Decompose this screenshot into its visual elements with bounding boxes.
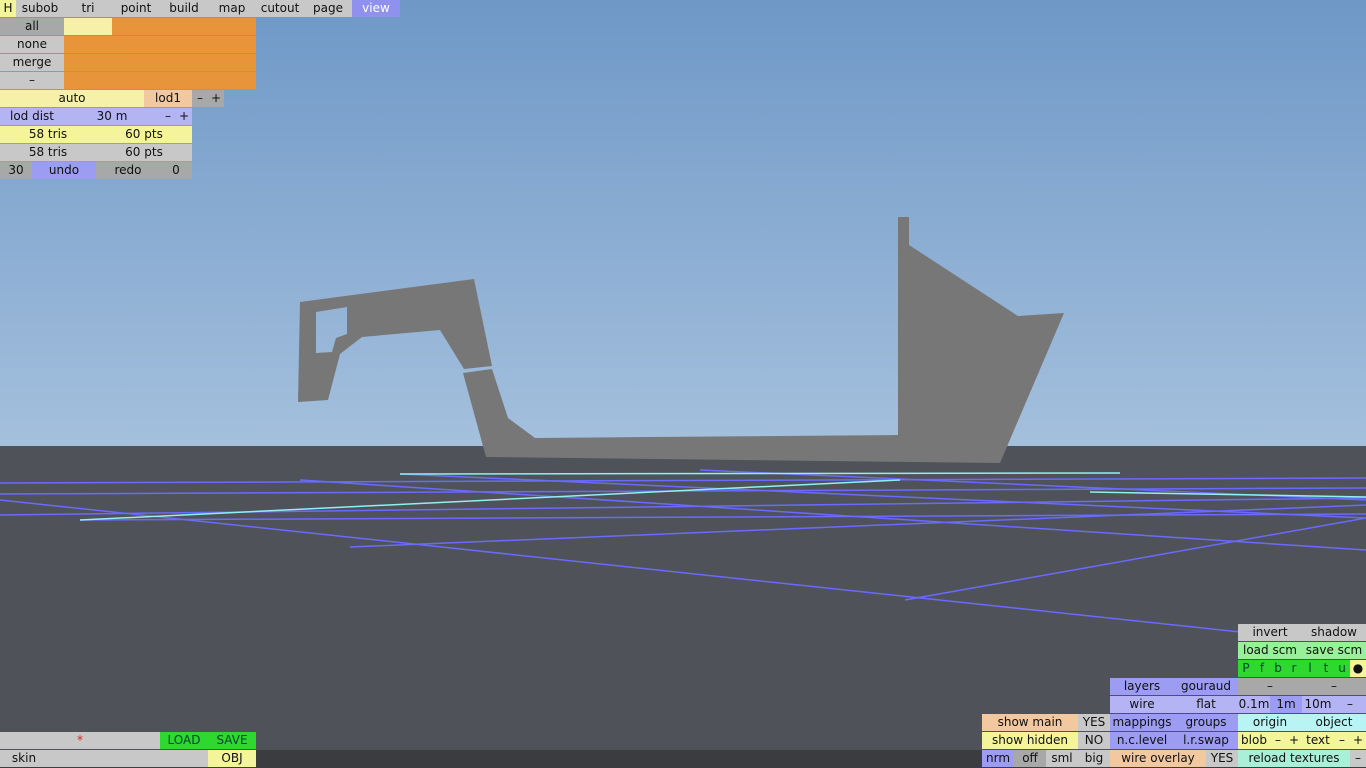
lod-dist-label: lod dist [0,108,64,125]
group-slot[interactable] [208,72,256,89]
groups-button[interactable]: groups [1174,714,1238,731]
tab-build[interactable]: build [160,0,208,17]
reload-minus-button[interactable]: – [1350,750,1366,767]
group-slot[interactable] [112,54,160,71]
lod-dist-value: 30 m [64,108,160,125]
redo-button[interactable]: redo [96,162,160,179]
3d-viewport[interactable] [0,0,1366,768]
object-button[interactable]: object [1302,714,1366,731]
group-slot[interactable] [208,18,256,35]
wire-overlay-label[interactable]: wire overlay [1110,750,1206,767]
group-slot[interactable] [64,18,112,35]
lod-dist-plus-button[interactable]: + [176,108,192,125]
group-slot[interactable] [112,36,160,53]
blob-minus-button[interactable]: – [1270,732,1286,749]
size-big-button[interactable]: big [1078,750,1110,767]
select-all-button[interactable]: all [0,18,64,35]
show-main-label[interactable]: show main [982,714,1078,731]
wire-button[interactable]: wire [1110,696,1174,713]
selected-tris-count: 58 tris [0,126,96,143]
text-minus-button[interactable]: – [1334,732,1350,749]
view-left-button[interactable]: l [1302,660,1318,677]
layers-button[interactable]: layers [1110,678,1174,695]
group-slot[interactable] [160,72,208,89]
dash-button-1[interactable]: – [1238,678,1302,695]
group-slot[interactable] [64,72,112,89]
h-button[interactable]: H [0,0,16,17]
tab-page[interactable]: page [304,0,352,17]
view-perspective-button[interactable]: P [1238,660,1254,677]
nc-level-button[interactable]: n.c.level [1110,732,1174,749]
skin-field[interactable] [48,750,208,767]
lod-auto-button[interactable]: auto [0,90,144,107]
redo-count: 0 [160,162,192,179]
grid-1m-button[interactable]: 1m [1270,696,1302,713]
skin-button[interactable]: skin [0,750,48,767]
gouraud-button[interactable]: gouraud [1174,678,1238,695]
group-slot[interactable] [160,36,208,53]
undo-button[interactable]: undo [32,162,96,179]
grid-10m-button[interactable]: 10m [1302,696,1334,713]
group-slot[interactable] [112,72,160,89]
view-back-button[interactable]: b [1270,660,1286,677]
view-dot-button[interactable]: ● [1350,660,1366,677]
undo-count: 30 [0,162,32,179]
tab-subob[interactable]: subob [16,0,64,17]
select-none-button[interactable]: none [0,36,64,53]
show-hidden-value[interactable]: NO [1078,732,1110,749]
save-button[interactable]: SAVE [208,732,256,749]
group-slot[interactable] [208,36,256,53]
group-slot[interactable] [160,54,208,71]
wire-overlay-value[interactable]: YES [1206,750,1238,767]
total-tris-count: 58 tris [0,144,96,161]
invert-button[interactable]: invert [1238,624,1302,641]
lod-minus-button[interactable]: – [192,90,208,107]
grid-minus-button[interactable]: – [1334,696,1366,713]
view-top-button[interactable]: t [1318,660,1334,677]
size-off-button[interactable]: off [1014,750,1046,767]
size-nrm-button[interactable]: nrm [982,750,1014,767]
mappings-button[interactable]: mappings [1110,714,1174,731]
view-under-button[interactable]: u [1334,660,1350,677]
total-pts-count: 60 pts [96,144,192,161]
view-front-button[interactable]: f [1254,660,1270,677]
tab-point[interactable]: point [112,0,160,17]
shadow-button[interactable]: shadow [1302,624,1366,641]
tab-tri[interactable]: tri [64,0,112,17]
flat-button[interactable]: flat [1174,696,1238,713]
dash-button-2[interactable]: – [1302,678,1366,695]
reload-textures-button[interactable]: reload textures [1238,750,1350,767]
group-slot[interactable] [64,36,112,53]
origin-button[interactable]: origin [1238,714,1302,731]
view-right-button[interactable]: r [1286,660,1302,677]
merge-button[interactable]: merge [0,54,64,71]
lod-dist-minus-button[interactable]: – [160,108,176,125]
blob-plus-button[interactable]: + [1286,732,1302,749]
group-slot[interactable] [208,54,256,71]
unsaved-indicator: * [0,732,160,749]
obj-button[interactable]: OBJ [208,750,256,767]
group-slot[interactable] [160,18,208,35]
text-plus-button[interactable]: + [1350,732,1366,749]
text-button[interactable]: text [1302,732,1334,749]
load-scm-button[interactable]: load scm [1238,642,1302,659]
lod-plus-button[interactable]: + [208,90,224,107]
load-button[interactable]: LOAD [160,732,208,749]
save-scm-button[interactable]: save scm [1302,642,1366,659]
size-sml-button[interactable]: sml [1046,750,1078,767]
lr-swap-button[interactable]: l.r.swap [1174,732,1238,749]
selection-minus-button[interactable]: – [0,72,64,89]
show-hidden-label[interactable]: show hidden [982,732,1078,749]
selected-pts-count: 60 pts [96,126,192,143]
group-slot[interactable] [64,54,112,71]
tab-view[interactable]: view [352,0,400,17]
lod-name[interactable]: lod1 [144,90,192,107]
group-slot[interactable] [112,18,160,35]
tab-map[interactable]: map [208,0,256,17]
show-main-value[interactable]: YES [1078,714,1110,731]
grid-0.1m-button[interactable]: 0.1m [1238,696,1270,713]
blob-button[interactable]: blob [1238,732,1270,749]
tab-cutout[interactable]: cutout [256,0,304,17]
